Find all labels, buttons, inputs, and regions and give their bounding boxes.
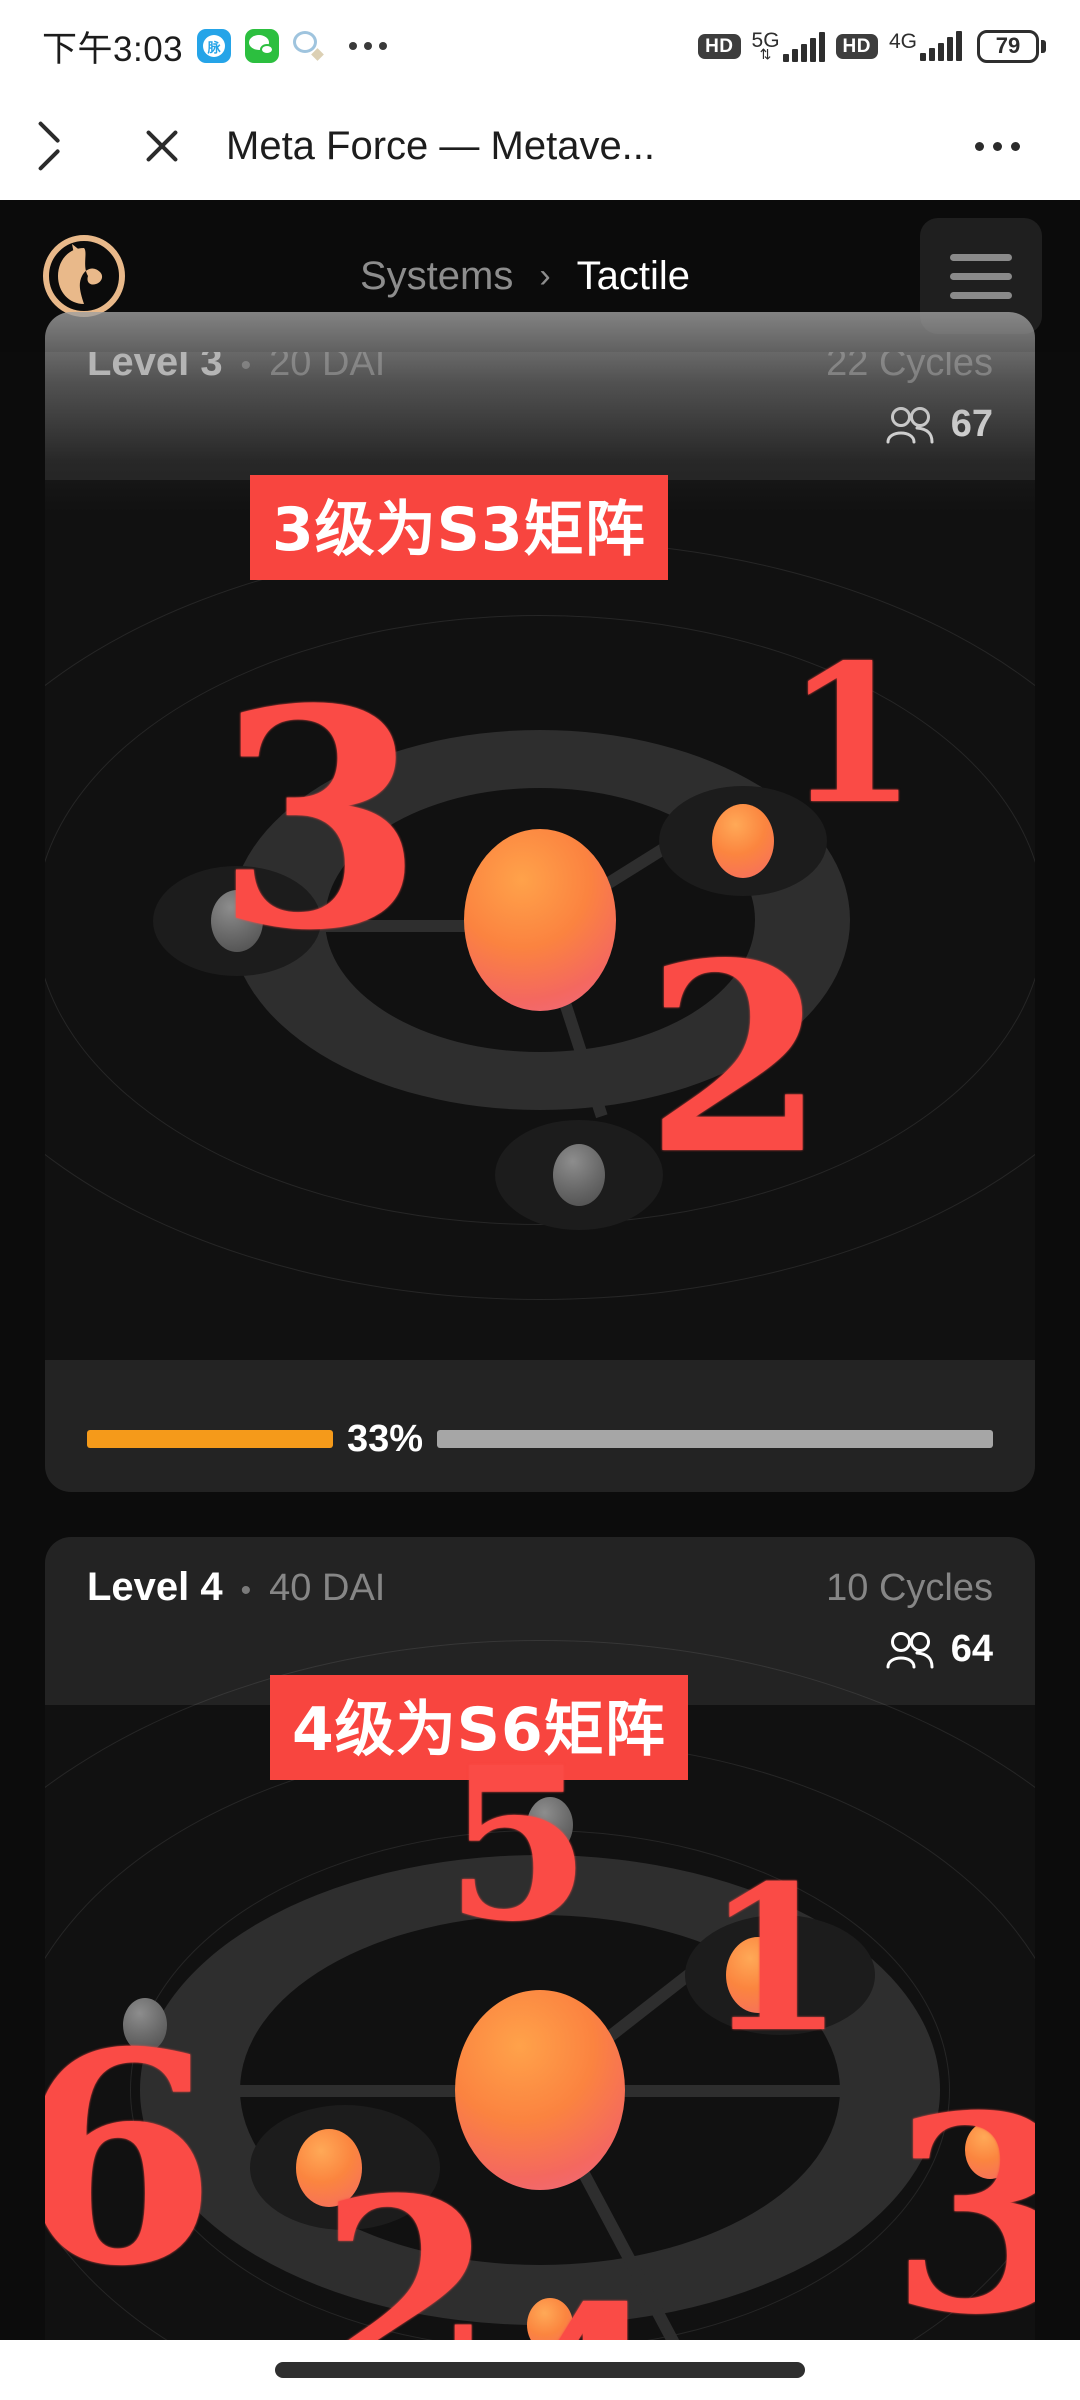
battery-level: 79 bbox=[995, 33, 1021, 58]
maimai-icon-glyph: 脉 bbox=[203, 35, 226, 57]
members-number: 64 bbox=[950, 1628, 993, 1670]
members-count: 67 bbox=[87, 403, 993, 446]
annotation-mark-1: 1 bbox=[785, 623, 918, 846]
browser-nav-bar: Meta Force — Metave... bbox=[0, 92, 1080, 200]
card-scroll-area[interactable]: Level 3 • 20 DAI 22 Cycles 67 1 2 3 3级为S… bbox=[0, 312, 1080, 2340]
progress-percent: 33% bbox=[347, 1418, 424, 1460]
center-sphere bbox=[464, 829, 616, 1011]
close-icon[interactable] bbox=[134, 118, 190, 174]
members-icon bbox=[886, 406, 934, 443]
status-bar-left: 下午3:03 脉 bbox=[42, 21, 388, 72]
annotation-mark-3: 3 bbox=[215, 643, 424, 996]
notification-bubble-icon bbox=[293, 31, 324, 61]
status-overflow-icon bbox=[349, 42, 388, 50]
page-title: Meta Force — Metave... bbox=[226, 123, 656, 168]
meta-force-horse-logo[interactable] bbox=[38, 230, 130, 322]
members-number: 67 bbox=[950, 403, 993, 445]
annotation-mark-2: 2 bbox=[320, 2143, 494, 2340]
data-transfer-icon: ⇅ bbox=[759, 46, 772, 62]
annotation-mark-6: 6 bbox=[45, 1990, 217, 2330]
separator-dot: • bbox=[240, 1574, 252, 1607]
home-indicator-bar bbox=[0, 2340, 1080, 2400]
level-card[interactable]: Level 4 • 40 DAI 10 Cycles 64 1 2 3 5 6 … bbox=[45, 1537, 1035, 2340]
matrix-visual[interactable]: 1 2 3 4 5 6 bbox=[45, 1640, 1035, 2340]
home-indicator[interactable] bbox=[275, 2362, 805, 2378]
annotation-banner: 3级为S3矩阵 bbox=[250, 475, 668, 580]
hd-badge-sim2: HD bbox=[835, 33, 878, 59]
breadcrumb-tactile: Tactile bbox=[576, 253, 691, 298]
breadcrumb-systems[interactable]: Systems bbox=[360, 254, 513, 299]
slot-sphere-empty bbox=[553, 1144, 605, 1206]
level-card[interactable]: Level 3 • 20 DAI 22 Cycles 67 1 2 3 3级为S… bbox=[45, 312, 1035, 1492]
status-time: 下午3:03 bbox=[42, 29, 184, 69]
matrix-visual[interactable]: 1 2 3 bbox=[45, 480, 1035, 1360]
separator-dot: • bbox=[240, 349, 252, 382]
annotation-mark-2: 2 bbox=[645, 907, 826, 1212]
progress-remainder bbox=[437, 1430, 993, 1448]
progress-bar: 33% bbox=[87, 1420, 993, 1458]
signal-sim1: 5G ⇅ bbox=[752, 30, 825, 62]
chevron-right-icon: › bbox=[539, 256, 551, 295]
more-options-icon[interactable] bbox=[959, 126, 1036, 167]
battery-indicator: 79 bbox=[977, 29, 1046, 63]
slot-sphere-filled bbox=[712, 804, 774, 878]
status-bar: 下午3:03 脉 HD 5G ⇅ HD 4G 79 bbox=[0, 0, 1080, 92]
level-label: Level 4 bbox=[87, 1565, 223, 1609]
signal-bars-sim2 bbox=[920, 31, 962, 61]
web-app-viewport: Systems › Tactile Level 3 • 20 DAI 22 Cy… bbox=[0, 200, 1080, 2340]
maimai-icon: 脉 bbox=[197, 29, 232, 63]
cycles-label: 10 Cycles bbox=[826, 1567, 993, 1609]
hamburger-menu-icon[interactable] bbox=[920, 218, 1042, 334]
app-header: Systems › Tactile bbox=[0, 200, 1080, 352]
back-icon[interactable] bbox=[46, 118, 102, 174]
annotation-mark-4: 4 bbox=[500, 2275, 667, 2340]
progress-fill bbox=[87, 1430, 333, 1448]
price-label: 40 DAI bbox=[269, 1567, 386, 1609]
status-bar-right: HD 5G ⇅ HD 4G 79 bbox=[698, 29, 1046, 63]
hd-badge-sim1: HD bbox=[698, 33, 741, 59]
breadcrumb: Systems › Tactile bbox=[130, 254, 920, 299]
network-label-sim2: 4G bbox=[888, 30, 917, 53]
wechat-icon bbox=[245, 29, 280, 63]
annotation-mark-5: 5 bbox=[445, 1721, 592, 1968]
matrix-slot-2[interactable] bbox=[495, 1120, 663, 1230]
annotation-mark-1: 1 bbox=[705, 1842, 845, 2077]
annotation-mark-3: 3 bbox=[890, 2056, 1035, 2340]
signal-bars-sim1 bbox=[782, 32, 825, 62]
members-icon bbox=[886, 1631, 934, 1668]
signal-sim2: 4G bbox=[889, 31, 962, 61]
